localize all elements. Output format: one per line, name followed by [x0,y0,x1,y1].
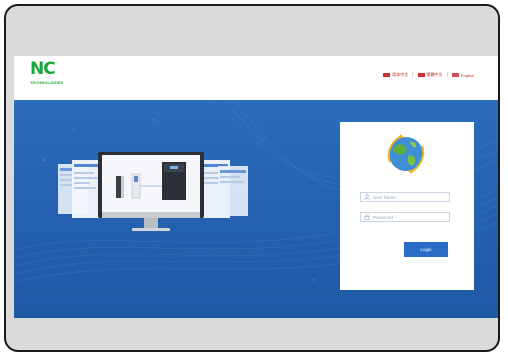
password-field[interactable] [360,212,450,222]
lang-simplified-chinese[interactable]: 简体中文 [383,72,408,78]
hero-banner: Login [14,100,498,318]
username-field[interactable] [360,192,450,202]
globe-icon [387,134,425,174]
monitor-illustration [58,152,248,231]
password-input[interactable] [373,213,443,221]
flag-icon [451,73,459,77]
lang-label: English [460,72,474,78]
logo-subtitle: TECHNOLOGIES [30,80,64,85]
lang-traditional-chinese[interactable]: 繁體中文 [417,72,443,78]
username-input[interactable] [373,193,443,201]
login-button[interactable]: Login [404,242,448,257]
top-header: NC TECHNOLOGIES 简体中文 | 繁體中文 | English [14,56,498,100]
logo-mark: NC [30,59,56,79]
lang-label: 繁體中文 [426,72,443,77]
lang-divider: | [412,72,414,78]
language-switcher: 简体中文 | 繁體中文 | English [383,72,474,78]
company-logo: NC TECHNOLOGIES [30,61,70,91]
flag-icon [383,73,391,77]
flag-icon [417,73,425,77]
user-icon [364,194,370,200]
login-card: Login [340,122,474,290]
lock-icon [364,214,370,220]
browser-screen: NC TECHNOLOGIES 简体中文 | 繁體中文 | English Us… [14,56,498,318]
lang-label: 简体中文 [392,72,409,77]
lang-english[interactable]: English [451,72,474,78]
lang-divider: | [446,72,448,78]
device-frame: NC TECHNOLOGIES 简体中文 | 繁體中文 | English Us… [4,4,500,352]
